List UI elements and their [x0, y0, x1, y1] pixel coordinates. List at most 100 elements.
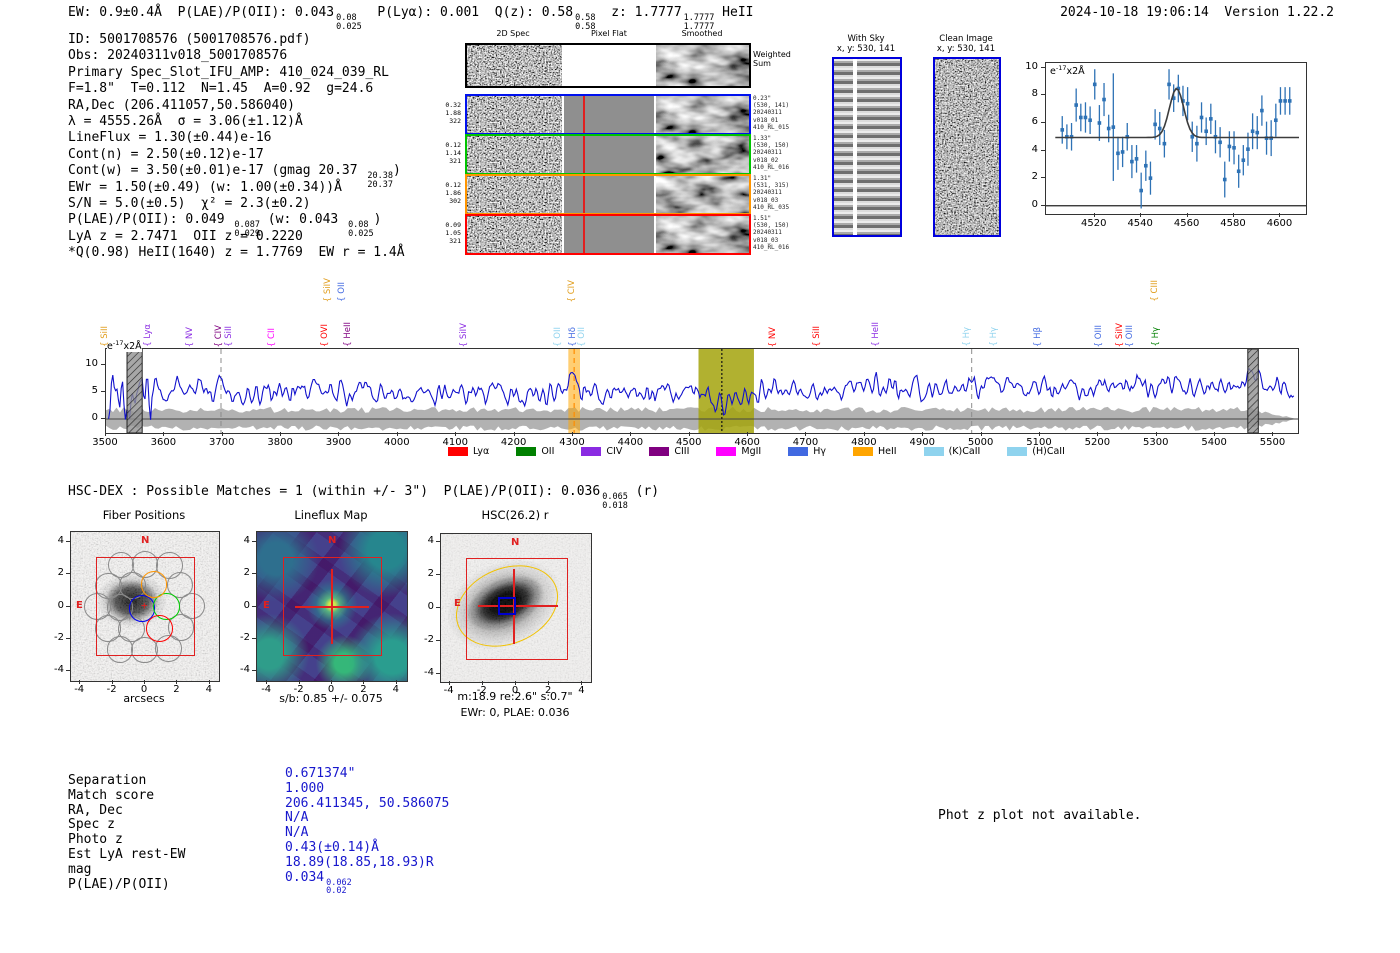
timestamp-version: 2024-10-18 19:06:14 Version 1.22.2 [1060, 5, 1334, 20]
panel-y-tick-mark [66, 540, 70, 542]
x-tick-label: 3500 [92, 437, 118, 448]
panel-x-tick: -4 [261, 684, 272, 695]
panel-y-tick-mark [66, 670, 70, 672]
y-tick-mark [1041, 121, 1045, 123]
panel-y-tick: 2 [243, 567, 250, 579]
legend-item: MgII [716, 446, 761, 457]
line-label-siiv: { SiIV [1114, 322, 1125, 347]
x-tick-mark [805, 432, 807, 436]
info-line: P(LAE)/P(OII): 0.049 0.087 0.029 (w: 0.04… [68, 212, 382, 239]
panel-x-tick: 0 [327, 684, 335, 695]
panel-x-tick: 4 [392, 684, 399, 695]
line-label-oii: { OII [336, 282, 347, 302]
with-sky-title: With Sky x, y: 530, 141 [836, 34, 896, 54]
panel-y-tick-mark [66, 637, 70, 639]
x-tick-label: 4000 [384, 437, 410, 448]
y-tick-mark [101, 364, 105, 366]
hsc-extent-box [466, 558, 568, 660]
info-line: EWr = 1.50(±0.49) (w: 1.00(±0.34))Å [68, 179, 342, 195]
x-tick-mark [1155, 432, 1157, 436]
panel-y-tick: -4 [54, 664, 64, 676]
panel-x-tick-mark [331, 680, 332, 684]
panel-x-tick: 4 [578, 685, 585, 696]
lineflux-east-label: E [263, 600, 270, 611]
line-label-siiv: { SiIV [322, 277, 333, 302]
panel-x-tick-mark [144, 680, 145, 684]
qz-value: Q(z): 0.58 [494, 5, 574, 20]
panel-x-tick-mark [176, 680, 178, 684]
panel-y-tick: -4 [424, 667, 434, 679]
y-tick-label: 10 [85, 358, 98, 370]
cutout-row-meta: 1.51" (530, 150) 20240311 v018_03 410_RL_016 [753, 215, 790, 251]
panel-x-tick-mark [79, 680, 81, 684]
line-label-lyα: { Lyα [143, 324, 154, 347]
panel-x-tick-mark [481, 681, 483, 685]
y-tick-label: 5 [91, 385, 98, 397]
panel-y-tick-mark [436, 640, 440, 642]
hsc-north-label: N [511, 537, 520, 548]
line-label-nv: { NV [767, 326, 778, 347]
panel-y-tick-mark [252, 605, 256, 607]
line-label-cii: { CII [266, 327, 277, 347]
y-tick-label: 8 [1031, 88, 1038, 100]
line-label-siii: { SiII [100, 326, 111, 347]
clean-image-title: Clean Image x, y: 530, 141 [936, 34, 996, 54]
weighted-sum-cutout-row [465, 43, 751, 88]
cutout-row-meta: 1.31" (531, 315) 20240311 v018_03 410_RL_035 [753, 175, 790, 211]
info-line: RA,Dec (206.411057,50.586040) [68, 97, 295, 113]
col-header-smoothed: Smoothed [681, 29, 723, 38]
panel-y-tick-mark [252, 637, 256, 639]
line-label-hγ: { Hγ [988, 327, 999, 347]
match-row-value: 0.671374" [285, 766, 356, 781]
x-tick-mark [1097, 432, 1099, 436]
legend-swatch [853, 447, 873, 456]
x-tick-mark [571, 432, 573, 436]
weighted-sum-label: Weighted Sum [753, 50, 791, 68]
match-row-label: Spec z [68, 817, 115, 833]
legend-item: HeII [853, 446, 897, 457]
x-tick-mark [455, 432, 457, 436]
x-tick-mark [922, 432, 924, 436]
detection-info-block: ID: 5001708576 (5001708576.pdf) Obs: 2024… [68, 32, 405, 261]
x-tick-mark [980, 432, 982, 436]
line-fit-ylabel: e-17x2Å [1050, 64, 1085, 77]
legend-item: Hγ [788, 446, 826, 457]
panel-x-tick-mark [298, 680, 300, 684]
line-label-oiii: { OIII [1125, 324, 1136, 347]
best-line-id: HeII [714, 5, 754, 20]
x-tick-mark [1279, 213, 1281, 217]
legend-item: (H)CaII [1007, 446, 1065, 457]
x-tick-mark [221, 432, 223, 436]
line-label-siii: { SiII [223, 326, 234, 347]
lineflux-map-panel: N E [256, 531, 408, 682]
info-line: Primary Spec_Slot_IFU_AMP: 410_024_039_R… [68, 64, 389, 80]
x-tick-mark [1272, 432, 1274, 436]
match-row-value: 1.000 [285, 780, 325, 796]
photz-note: Phot z plot not available. [938, 808, 1142, 823]
panel-x-tick-mark [208, 680, 210, 684]
panel-y-tick: -4 [240, 664, 250, 676]
match-row-label: Separation [68, 773, 147, 788]
y-tick-mark [101, 418, 105, 419]
y-tick-mark [1041, 149, 1045, 151]
y-tick-label: 0 [1031, 198, 1038, 210]
match-row-value: 18.89(18.85,18.93)R [285, 854, 434, 870]
match-row-value: 0.43(±0.14)Å [285, 840, 379, 855]
panel-x-tick: -2 [106, 684, 117, 695]
x-tick-mark [630, 432, 632, 436]
cutout-row-weights: 0.12 1.14 321 [445, 141, 461, 165]
panel-x-tick: -2 [293, 684, 304, 695]
x-tick-label: 4560 [1173, 218, 1200, 229]
panel-y-tick-mark [436, 607, 440, 608]
full-spectrum-plot [105, 348, 1299, 434]
panel-x-tick-mark [548, 681, 550, 685]
y-tick-label: 10 [1025, 60, 1038, 72]
legend-item: (K)CaII [923, 446, 980, 457]
cutout-row-weights: 0.32 1.88 322 [445, 101, 461, 125]
line-label-hγ: { Hγ [961, 327, 972, 347]
panel-y-tick: 0 [427, 601, 434, 612]
panel-y-tick-mark [436, 673, 440, 675]
match-row-label: Match score [68, 787, 155, 803]
cutout-row-meta: 0.23" (530, 141) 20240311 v018_01 410_RL_015 [753, 95, 790, 131]
line-label-heii: { HeII [343, 322, 353, 347]
